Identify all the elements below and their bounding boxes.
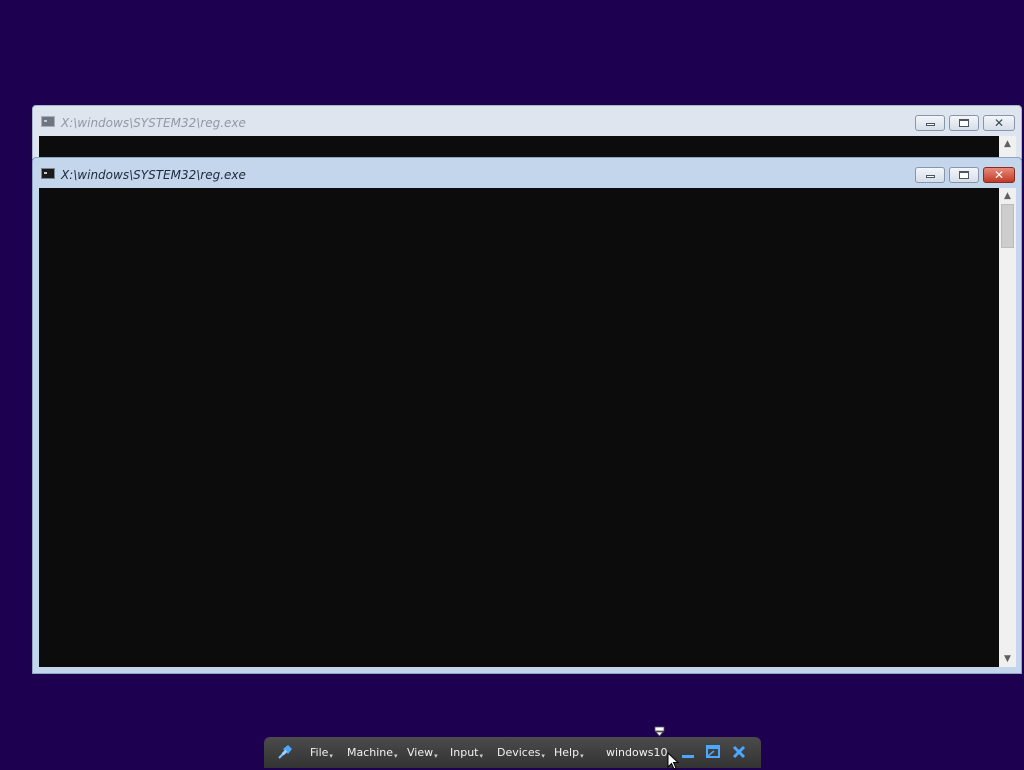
menu-view[interactable]: View▾	[407, 746, 438, 760]
chevron-down-icon: ▾	[434, 752, 438, 760]
close-icon: ✕	[993, 116, 1005, 130]
menu-machine[interactable]: Machine▾	[347, 746, 398, 760]
menu-file[interactable]: File▾	[310, 746, 333, 760]
scroll-up-icon[interactable]: ▲	[999, 188, 1016, 204]
maximize-icon	[959, 119, 969, 127]
maximize-button[interactable]	[949, 167, 979, 183]
chevron-down-icon: ▾	[541, 752, 545, 760]
window-title: X:\windows\SYSTEM32\reg.exe	[61, 116, 246, 130]
scroll-up-icon[interactable]: ▲	[999, 136, 1016, 152]
chevron-down-icon: ▾	[394, 752, 398, 760]
minimize-icon[interactable]	[679, 743, 697, 761]
vm-name-label: windows10	[606, 746, 668, 759]
chevron-down-icon: ▾	[580, 752, 584, 760]
console-app-icon	[41, 116, 55, 127]
close-button[interactable]: ✕	[983, 115, 1015, 131]
chevron-down-icon: ▾	[329, 752, 333, 760]
desktop: X:\windows\SYSTEM32\reg.exe ✕ ▲ X:\windo…	[0, 0, 1024, 770]
vm-mini-toolbar: File▾ Machine▾ View▾ Input▾ Devices▾ Hel…	[264, 737, 761, 768]
exit-fullscreen-icon[interactable]	[704, 743, 722, 761]
maximize-button[interactable]	[949, 115, 979, 131]
title-bar[interactable]: X:\windows\SYSTEM32\reg.exe ✕	[33, 158, 1021, 188]
vertical-scrollbar[interactable]: ▲ ▼	[999, 188, 1016, 667]
scroll-thumb[interactable]	[1001, 204, 1014, 248]
toolbar-autohide-icon[interactable]	[654, 726, 665, 737]
title-bar[interactable]: X:\windows\SYSTEM32\reg.exe ✕	[33, 106, 1021, 136]
console-output[interactable]	[39, 136, 999, 158]
pin-icon[interactable]	[276, 743, 294, 761]
console-window-background[interactable]: X:\windows\SYSTEM32\reg.exe ✕ ▲	[32, 105, 1022, 159]
vertical-scrollbar[interactable]: ▲	[999, 136, 1016, 158]
scroll-down-icon[interactable]: ▼	[999, 651, 1016, 667]
close-button[interactable]: ✕	[983, 167, 1015, 183]
console-output[interactable]	[39, 188, 999, 667]
console-window-active[interactable]: X:\windows\SYSTEM32\reg.exe ✕ ▲ ▼	[32, 157, 1022, 674]
minimize-button[interactable]	[915, 167, 945, 183]
menu-help[interactable]: Help▾	[554, 746, 584, 760]
maximize-icon	[959, 171, 969, 179]
chevron-down-icon: ▾	[479, 752, 483, 760]
menu-devices[interactable]: Devices▾	[497, 746, 545, 760]
minimize-button[interactable]	[915, 115, 945, 131]
minimize-icon	[925, 123, 935, 126]
close-icon[interactable]	[730, 743, 748, 761]
menu-input[interactable]: Input▾	[450, 746, 483, 760]
window-title: X:\windows\SYSTEM32\reg.exe	[61, 168, 246, 182]
mouse-cursor-icon	[667, 752, 680, 770]
close-icon: ✕	[993, 168, 1005, 182]
minimize-icon	[925, 175, 935, 178]
console-app-icon	[41, 168, 55, 179]
